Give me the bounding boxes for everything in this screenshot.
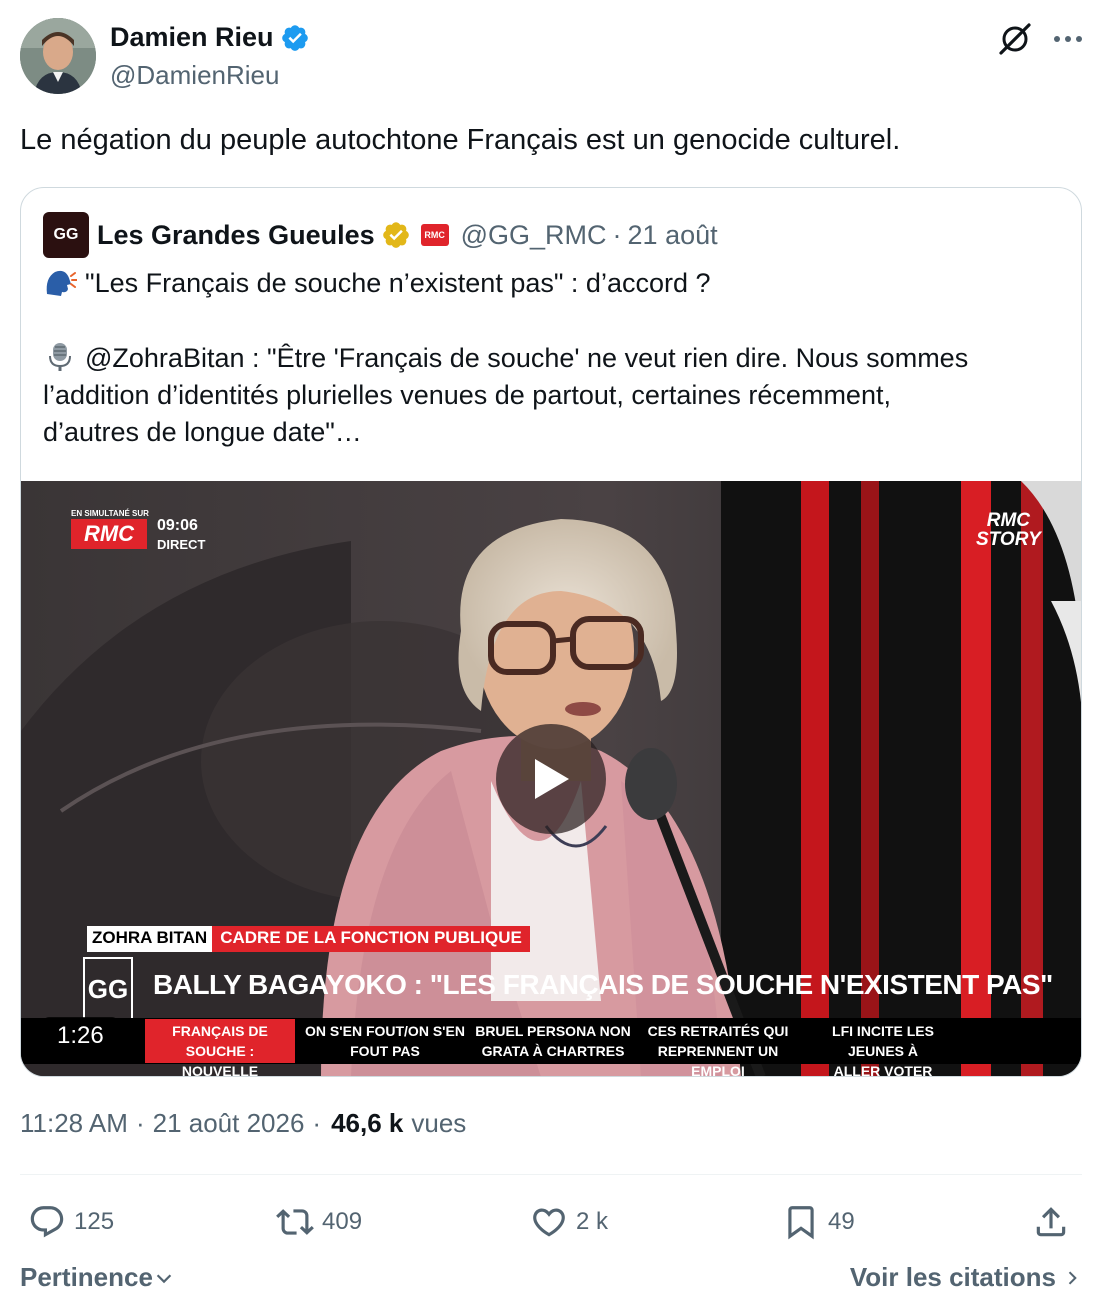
lower-third-name: ZOHRA BITAN CADRE DE LA FONCTION PUBLIQU… <box>87 926 530 952</box>
chevron-right-icon <box>1068 1270 1077 1285</box>
headline-banner: BALLY BAGAYOKO : "LES FRANÇAIS DE SOUCHE… <box>153 969 1053 1000</box>
bookmark-count: 49 <box>828 1208 855 1235</box>
author-handle[interactable]: @DamienRieu <box>110 60 279 91</box>
ticker-item: BRUEL PERSONA NON GRATA À CHARTRES <box>475 1023 631 1059</box>
bookmark-button[interactable]: 49 <box>782 1192 855 1252</box>
views-label: vues <box>411 1108 467 1138</box>
broadcast-clock: 09:06 <box>157 517 198 534</box>
show-logo: GG <box>83 957 133 1021</box>
verified-badge-icon[interactable] <box>280 23 310 53</box>
video-player[interactable]: EN SIMULTANÉ SUR RMC 09:06 DIRECT RMC ST… <box>21 481 1081 1077</box>
ticker-item: ON S'EN FOUT/ON S'EN FOUT PAS <box>305 1023 465 1059</box>
speaking-head-icon <box>46 270 77 296</box>
like-button[interactable]: 2 k <box>530 1192 608 1252</box>
view-quotes-link[interactable]: Voir les citations <box>850 1262 1082 1293</box>
live-label: DIRECT <box>157 537 206 552</box>
separator-dot: · <box>312 1108 322 1138</box>
quoted-author-name[interactable]: Les Grandes Gueules <box>97 220 375 251</box>
rmc-story-logo: RMC STORY <box>976 510 1041 550</box>
channel-logo: RMC <box>71 519 147 549</box>
quoted-author-handle: @GG_RMC <box>460 219 607 250</box>
ticker-item: LFI INCITE LES JEUNES À ALLER VOTER <box>832 1023 934 1077</box>
share-button[interactable] <box>1032 1192 1070 1252</box>
gold-verified-badge-icon[interactable] <box>381 220 411 250</box>
repost-count: 409 <box>322 1208 363 1235</box>
tweet-date[interactable]: 21 août 2026 <box>153 1108 305 1139</box>
repost-button[interactable]: 409 <box>276 1192 362 1252</box>
simulcast-label: EN SIMULTANÉ SUR <box>71 509 149 518</box>
quoted-author-avatar[interactable]: GG <box>43 212 89 258</box>
quoted-tweet-header: GG Les Grandes Gueules RMC @GG_RMC · 21 … <box>43 212 718 258</box>
reply-count: 125 <box>74 1208 115 1235</box>
share-icon <box>1036 1207 1066 1237</box>
tweet-time[interactable]: 11:28 AM <box>20 1108 128 1139</box>
quoted-tweet-line: "Les Français de souche n’existent pas" … <box>43 265 711 302</box>
reply-icon <box>30 1206 64 1238</box>
quoted-tweet-card[interactable]: GG Les Grandes Gueules RMC @GG_RMC · 21 … <box>20 187 1082 1077</box>
quoted-tweet-line: l’addition d’identités plurielles venues… <box>43 380 891 410</box>
action-bar: 125 409 2 k 49 <box>20 1192 1082 1252</box>
quoted-tweet-line: d’autres de longue date"… <box>43 417 362 447</box>
divider <box>20 1174 1082 1175</box>
ticker-item: CES RETRAITÉS QUI REPRENNENT UN EMPLOI <box>647 1023 789 1077</box>
like-count: 2 k <box>576 1208 609 1235</box>
quoted-tweet-date[interactable]: 21 août <box>628 220 718 251</box>
reply-button[interactable]: 125 <box>28 1192 114 1252</box>
microphone-icon <box>49 343 71 371</box>
video-duration: 1:26 <box>43 1017 118 1055</box>
separator-dot: · <box>612 219 622 250</box>
ticker-main: FRANÇAIS DE SOUCHE : NOUVELLE POLÉMIQUE <box>145 1019 295 1076</box>
author-avatar[interactable] <box>20 18 96 94</box>
views-count: 46,6 k <box>331 1108 404 1138</box>
sort-replies-button[interactable]: Pertinence <box>20 1262 175 1293</box>
play-button[interactable] <box>496 724 606 834</box>
chevron-down-icon <box>156 1273 172 1283</box>
heart-icon <box>533 1208 565 1237</box>
grok-icon[interactable] <box>996 20 1034 58</box>
tweet-header: Damien Rieu @DamienRieu <box>20 18 1084 96</box>
quoted-tweet-line: @ZohraBitan : "Être 'Français de souche'… <box>43 340 968 377</box>
play-icon <box>535 759 569 799</box>
separator-dot: · <box>135 1108 145 1138</box>
affiliate-badge[interactable]: RMC <box>420 224 449 246</box>
tweet-text: Le négation du peuple autochtone Françai… <box>20 124 901 156</box>
more-options-icon[interactable] <box>1048 20 1088 58</box>
author-display-name[interactable]: Damien Rieu <box>110 22 274 53</box>
tweet-meta: 11:28 AM · 21 août 2026 · 46,6 k vues <box>20 1108 466 1139</box>
repost-icon <box>276 1209 314 1235</box>
bookmark-icon <box>788 1206 814 1240</box>
